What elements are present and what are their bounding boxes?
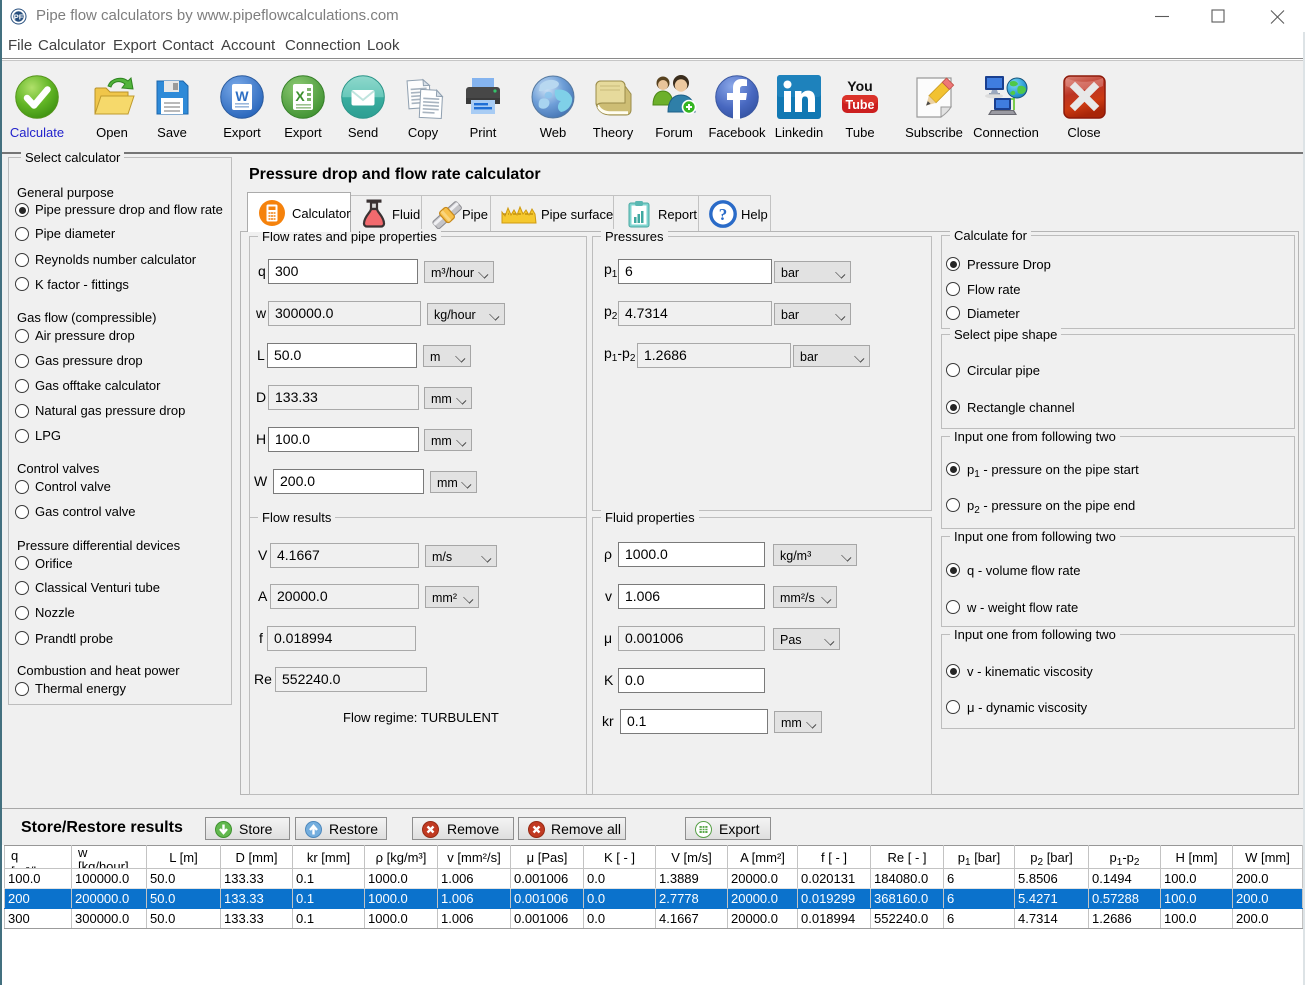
svg-text:You: You xyxy=(847,78,872,94)
svg-text:PF: PF xyxy=(14,12,24,21)
svg-text:X: X xyxy=(295,88,305,104)
svg-text:Tube: Tube xyxy=(846,98,875,112)
svg-text:W: W xyxy=(235,88,249,104)
svg-text:?: ? xyxy=(719,205,728,224)
